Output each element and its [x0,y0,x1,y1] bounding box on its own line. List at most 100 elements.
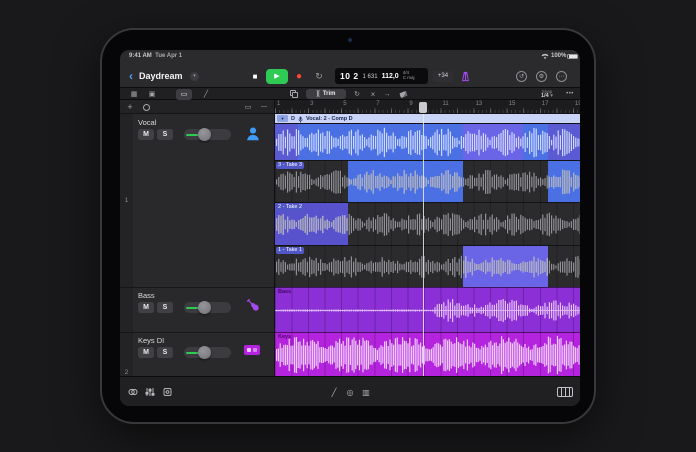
bar-ticks [275,108,580,113]
slider-knob[interactable] [198,300,211,314]
keys-region[interactable]: Keys [275,332,580,376]
lcd-display[interactable]: 10 2 1 631 112,0 4/4 C maj [335,68,428,84]
lcd-position-ticks: 1 631 [362,73,378,80]
record-button[interactable]: ● [292,64,306,88]
browsers-view-icon[interactable]: ▦ [128,88,140,100]
solo-button[interactable]: S [157,347,173,358]
take-lane-2[interactable]: 2 - Take 2 [275,202,580,245]
tracks-area[interactable]: ▾ D Vocal: 2 - Comp D 3 - Take 3 2 - Tak… [274,114,580,376]
track-name-bass[interactable]: Bass [138,291,155,300]
piano-roll-icon[interactable]: ▥ [359,377,373,406]
playhead-handle[interactable] [419,102,427,113]
smart-controls-icon[interactable]: ◎ [343,377,357,406]
add-track-button[interactable]: + [124,100,136,114]
lcd-tempo: 112,0 [381,72,399,80]
eraser-tool-icon[interactable] [397,88,409,100]
automation-icon[interactable]: ╱ [200,88,212,100]
lcd-key: C maj [402,74,415,80]
photo-background: 9:41 AM Tue Apr 1 100% ‹ Daydream ▾ ■ ▶ … [0,0,696,452]
undo-button[interactable]: ↺ [516,64,527,88]
solo-button[interactable]: S [157,129,173,140]
play-surface-keyboard-icon[interactable] [554,377,576,406]
browser-icon[interactable] [126,377,140,406]
region-label: Bass [278,289,292,295]
track-group-icon[interactable] [140,100,152,114]
lcd-position-bars: 10 2 [340,71,359,81]
mute-button[interactable]: M [138,302,154,313]
join-tool-icon[interactable]: → [381,88,393,100]
bottom-bar: ╱ ◎ ▥ [120,376,580,406]
split-tool-icon[interactable]: × [367,88,379,100]
vocal-comp-region[interactable] [275,123,580,160]
track-divider [120,287,274,288]
trim-tool-button[interactable]: ][ Trim [306,89,346,99]
mic-icon [298,114,303,123]
region-label: Keys [278,334,292,340]
ruler-bar-number: 15 [508,101,516,107]
volume-slider[interactable] [184,345,231,359]
cycle-button[interactable]: ↻ [312,64,326,88]
overflow-icon[interactable]: ••• [563,88,577,100]
status-time: 9:41 AM [129,53,152,59]
solo-button[interactable]: S [157,302,173,313]
ellipsis-icon: ⋯ [556,70,567,82]
mute-button[interactable]: M [138,347,154,358]
track-name-vocal[interactable]: Vocal [138,118,156,127]
take-label: 1 - Take 1 [276,247,305,254]
ruler-bar-number: 5 [343,101,347,107]
track-name-keys[interactable]: Keys DI [138,336,164,345]
track-header-config-icon[interactable]: ▭ [242,100,254,114]
zoom-out-icon[interactable]: — [258,100,270,114]
mute-button[interactable]: M [138,129,154,140]
bass-region[interactable]: Bass [275,287,580,332]
caret-down-icon: ▾ [550,93,553,99]
comp-region-title: Vocal: 2 - Comp D [305,115,353,122]
take-folder-header[interactable]: ▾ D Vocal: 2 - Comp D [275,114,580,123]
track-number: 2 [124,369,129,376]
main-toolbar: ‹ Daydream ▾ ■ ▶ ● ↻ 10 2 1 631 112,0 4/… [120,64,580,88]
project-title[interactable]: Daydream [139,64,183,88]
ruler-bar-number: 19 [574,101,580,107]
loop-tool-icon[interactable]: ↻ [351,88,363,100]
edit-pencil-icon[interactable]: ╱ [327,377,341,406]
counter-badge[interactable]: +34 [433,70,453,82]
front-camera [348,38,352,42]
plugins-icon[interactable] [160,377,174,406]
take-lane-3[interactable]: 3 - Take 3 [275,160,580,202]
slider-knob[interactable] [198,345,211,359]
wifi-icon [541,53,549,62]
more-button[interactable]: ⋯ [556,64,567,88]
duplicate-icon[interactable] [288,88,300,100]
volume-slider[interactable] [184,127,231,141]
play-button[interactable]: ▶ [266,68,288,84]
metronome-icon[interactable] [458,64,472,88]
logic-pro-app: 9:41 AM Tue Apr 1 100% ‹ Daydream ▾ ■ ▶ … [120,50,580,406]
gear-icon: ⚙ [536,70,547,82]
trim-icon: ][ [316,91,320,97]
bar-ruler[interactable]: 1 3 5 7 9 11 13 15 17 19 [274,100,580,114]
status-date: Tue Apr 1 [155,53,183,59]
vocalist-icon[interactable] [244,125,262,148]
take-label: 3 - Take 3 [276,162,305,169]
project-menu-button[interactable]: ▾ [190,64,199,88]
ruler-bar-number: 17 [541,101,549,107]
back-icon[interactable]: ‹ [126,64,136,88]
mixer-icon[interactable] [143,377,157,406]
ruler-bar-number: 3 [310,101,314,107]
slider-knob[interactable] [198,127,211,141]
regions-view-icon[interactable]: ▭ [176,88,192,100]
tracks-view-icon[interactable]: ▣ [146,88,158,100]
ruler-bar-number: 9 [409,101,413,107]
settings-button[interactable]: ⚙ [536,64,547,88]
take-lane-1[interactable]: 1 - Take 1 [275,245,580,287]
ipad-device: 9:41 AM Tue Apr 1 100% ‹ Daydream ▾ ■ ▶ … [100,28,596,424]
snap-value: 1/4 ▾ [541,93,553,99]
volume-slider[interactable] [184,300,231,314]
di-box-icon[interactable] [244,345,260,355]
trim-tool-label: Trim [322,91,336,97]
bass-guitar-icon[interactable] [245,297,262,319]
snap-control[interactable]: Snap 1/4 ▾ [534,88,560,100]
disclosure-chevron-icon[interactable]: ▾ [277,115,288,122]
stop-button[interactable]: ■ [248,64,262,88]
clock: 9:41 AM Tue Apr 1 [129,53,182,59]
